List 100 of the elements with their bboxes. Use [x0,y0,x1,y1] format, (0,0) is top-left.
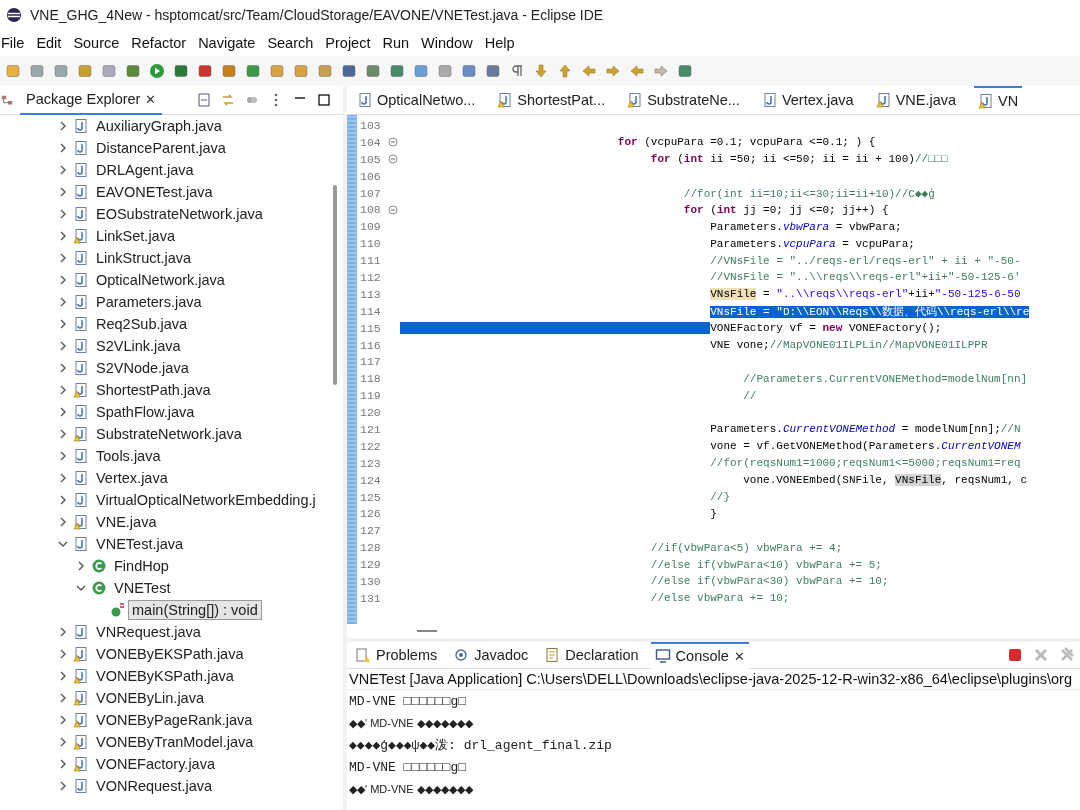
chevron-right-icon[interactable] [58,473,68,483]
chevron-right-icon[interactable] [58,363,68,373]
chevron-right-icon[interactable] [58,627,68,637]
java-file-icon [73,140,89,156]
menu-item[interactable]: Edit [35,35,71,51]
fold-icon[interactable] [388,137,398,148]
forward-icon[interactable] [604,62,622,80]
scrollbar-thumb[interactable] [417,630,437,632]
chevron-right-icon[interactable] [58,187,68,197]
tree-item[interactable]: EAVONETest.java [92,182,217,202]
close-icon[interactable]: ✕ [733,648,745,664]
tree-item[interactable]: Vertex.java [92,468,172,488]
chevron-right-icon[interactable] [58,297,68,307]
chevron-down-icon[interactable] [58,539,68,549]
chevron-right-icon[interactable] [58,143,68,153]
editor-tab[interactable]: VNE.java [871,86,961,114]
tree-item[interactable]: AuxiliaryGraph.java [92,116,226,136]
tree-item[interactable]: Tools.java [92,446,165,466]
fold-icon[interactable] [388,154,398,165]
tree-item[interactable]: VNETest.java [92,534,188,554]
menu-item[interactable]: Window [420,35,482,51]
chevron-right-icon[interactable] [58,759,68,769]
tree-item[interactable]: DistanceParent.java [92,138,230,158]
tree-item[interactable]: DRLAgent.java [92,160,198,180]
chevron-right-icon[interactable] [58,319,68,329]
chevron-right-icon[interactable] [58,165,68,175]
tree-item[interactable]: Parameters.java [92,292,206,312]
chevron-right-icon[interactable] [58,385,68,395]
editor-tab[interactable]: Vertex.java [757,86,858,114]
tree-item[interactable]: VNRequest.java [92,622,205,642]
tree-item[interactable]: S2VNode.java [92,358,193,378]
tree-item[interactable]: LinkStruct.java [92,248,196,268]
chevron-right-icon[interactable] [58,737,68,747]
tree-item[interactable]: EOSubstrateNetwork.java [92,204,267,224]
tree-item[interactable]: LinkSet.java [92,226,179,246]
menu-item[interactable]: Source [72,35,129,51]
chevron-right-icon[interactable] [58,671,68,681]
left-arrow-icon[interactable] [628,62,646,80]
menu-item[interactable]: Run [381,35,419,51]
tree-item[interactable]: Req2Sub.java [92,314,192,334]
stop-icon[interactable] [1006,646,1024,664]
tree-item[interactable]: S2VLink.java [92,336,185,356]
chevron-right-icon[interactable] [58,451,68,461]
panel-tab[interactable]: Problems [351,642,442,668]
chevron-right-icon[interactable] [58,781,68,791]
close-icon[interactable]: ✕ [145,91,157,107]
chevron-right-icon[interactable] [58,649,68,659]
tree-item[interactable]: VONRequest.java [92,776,217,796]
chevron-right-icon[interactable] [58,715,68,725]
tree-item[interactable]: VONEByLin.java [92,688,208,708]
editor-tab[interactable]: ShortestPat... [493,86,610,114]
chevron-right-icon[interactable] [58,231,68,241]
panel-tab[interactable]: Declaration [540,642,643,668]
tree-item[interactable]: main(String[]) : void [128,600,262,620]
chevron-right-icon[interactable] [58,693,68,703]
menu-item[interactable]: File [0,35,34,51]
chevron-right-icon[interactable] [58,429,68,439]
run-icon[interactable] [148,62,166,80]
chevron-right-icon[interactable] [58,495,68,505]
tree-item[interactable]: VNETest [110,578,175,598]
code-line: for (int jj =0; jj <=0; jj++) { [682,203,889,216]
tree-item[interactable]: VONEByEKSPath.java [92,644,248,664]
chevron-down-icon[interactable] [76,583,86,593]
panel-tab[interactable]: Console ✕ [650,641,749,669]
tree-item[interactable]: SubstrateNetwork.java [92,424,246,444]
menu-item[interactable]: Help [483,35,524,51]
maximize-icon[interactable] [315,91,333,109]
chevron-right-icon[interactable] [58,209,68,219]
chevron-right-icon[interactable] [58,275,68,285]
tree-item[interactable]: VONEFactory.java [92,754,219,774]
up-arrow-icon[interactable] [556,62,574,80]
chevron-right-icon[interactable] [58,517,68,527]
chevron-right-icon[interactable] [58,407,68,417]
tree-item[interactable]: VONEByPageRank.java [92,710,257,730]
panel-tab[interactable]: Javadoc [449,642,533,668]
line-number: 112 [359,270,382,284]
tree-item[interactable]: VONEByKSPath.java [92,666,238,686]
editor-tab[interactable]: SubstrateNe... [623,86,744,114]
back-icon[interactable] [580,62,598,80]
chevron-right-icon[interactable] [58,341,68,351]
tree-item[interactable]: VONEByTranModel.java [92,732,258,752]
menu-item[interactable]: Search [266,35,323,51]
tree-item[interactable]: OpticalNetwork.java [92,270,229,290]
chevron-right-icon[interactable] [58,253,68,263]
code-line: //for(reqsNum1=1000;reqsNum1<=5000;reqsNum1=req [709,457,1021,470]
tree-item[interactable]: ShortestPath.java [92,380,215,400]
line-number: 104 [359,135,382,149]
tree-item[interactable]: VNE.java [92,512,161,532]
scrollbar-thumb[interactable] [333,185,337,385]
chevron-right-icon[interactable] [76,561,86,571]
menu-item[interactable]: Navigate [197,35,265,51]
down-arrow-icon[interactable] [532,62,550,80]
fold-icon[interactable] [388,204,398,215]
tree-item[interactable]: FindHop [110,556,173,576]
menu-item[interactable]: Project [324,35,380,51]
tree-item[interactable]: SpathFlow.java [92,402,199,422]
editor-tab[interactable]: OpticalNetwo... [353,86,480,114]
tree-item[interactable]: VirtualOpticalNetworkEmbedding.j [92,490,320,510]
chevron-right-icon[interactable] [58,121,68,131]
menu-item[interactable]: Refactor [130,35,196,51]
